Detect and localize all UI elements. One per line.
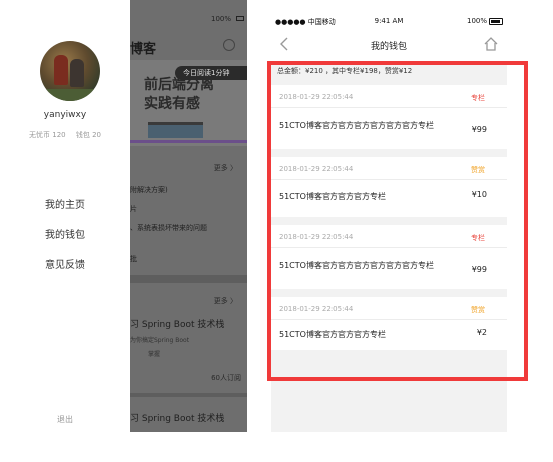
record-title: 51CTO博客官方官方官方官方官方官方专栏 xyxy=(279,261,434,270)
record-tag: 专栏 xyxy=(471,234,485,242)
wallet-screen: ●●●●● 中国移动 9:41 AM 100% 我的钱包 总金额：¥210 ，其… xyxy=(271,10,507,432)
username: yanyiwxy xyxy=(43,110,87,120)
menu-item-feedback[interactable]: 意见反馈 xyxy=(0,256,130,271)
status-bar: ●●●●● 中国移动 9:41 AM 100% xyxy=(271,17,507,29)
side-drawer: yanyiwxy 无忧币 120 钱包 20 我的主页 我的钱包 意见反馈 退出 xyxy=(0,0,130,462)
record-tag: 专栏 xyxy=(471,94,485,102)
coins-stat: 无忧币 120 xyxy=(29,131,66,139)
bg-course-subtitle: 为你搞定Spring Boot xyxy=(130,337,190,344)
record-date: 2018-01-29 22:05:44 xyxy=(279,305,354,313)
banner-line-2: 实践有感 xyxy=(144,96,200,112)
bg-page-title: 博客 xyxy=(130,42,157,57)
page-title: 我的钱包 xyxy=(370,42,407,52)
user-stats: 无忧币 120 钱包 20 xyxy=(0,130,130,140)
battery-icon xyxy=(489,18,503,25)
bg-list-line: 片 xyxy=(130,205,137,213)
record-title: 51CTO博客官方官方官方官方官方官方专栏 xyxy=(279,121,434,130)
wallet-record[interactable]: 2018-01-29 22:05:44 赞赏 51CTO博客官方官方官方专栏 ¥… xyxy=(271,297,507,350)
wallet-record[interactable]: 2018-01-29 22:05:44 赞赏 51CTO博客官方官方官方专栏 ¥… xyxy=(271,157,507,217)
record-date: 2018-01-29 22:05:44 xyxy=(279,93,354,101)
record-amount: ¥2 xyxy=(476,328,487,337)
record-amount: ¥99 xyxy=(471,125,487,134)
record-date: 2018-01-29 22:05:44 xyxy=(279,165,354,173)
logout-button[interactable]: 退出 xyxy=(0,414,130,425)
bg-more-link: 更多 〉 xyxy=(213,164,237,172)
record-tag: 赞赏 xyxy=(471,166,485,174)
menu-item-wallet[interactable]: 我的钱包 xyxy=(0,226,130,241)
banner-illustration xyxy=(148,122,203,138)
background-page-overlay[interactable]: 100% 博客 前后端分离 实践有感 更多 〉 附解决方案) 片 、系统表损坏带… xyxy=(130,0,247,432)
avatar[interactable] xyxy=(40,41,100,101)
wallet-summary: 总金额：¥210 ，其中专栏¥198，赞赏¥12 xyxy=(271,63,507,79)
record-title: 51CTO博客官方官方官方专栏 xyxy=(279,192,386,201)
record-tag: 赞赏 xyxy=(471,306,485,314)
bg-list-line: 批 xyxy=(130,255,137,263)
bg-subscriber-count: 60人订阅 xyxy=(211,374,241,382)
bg-list-line: 、系统表损坏带来的问题 xyxy=(130,224,207,232)
bg-battery-text: 100% xyxy=(210,15,231,23)
record-amount: ¥10 xyxy=(471,190,487,199)
nav-bar: 我的钱包 xyxy=(271,34,507,56)
wallet-record[interactable]: 2018-01-29 22:05:44 专栏 51CTO博客官方官方官方官方官方… xyxy=(271,85,507,149)
bg-course-title: 习 Spring Boot 技术栈 xyxy=(130,320,225,330)
battery-percent: 100% xyxy=(466,17,487,25)
wallet-stat: 钱包 20 xyxy=(75,131,101,139)
bg-list-line: 附解决方案) xyxy=(130,186,168,194)
reading-time-pill: 今日阅读1分钟 xyxy=(175,66,247,80)
bg-course-title: 习 Spring Boot 技术栈 xyxy=(130,414,225,424)
bg-course-subtitle: 掌握 xyxy=(148,351,161,358)
avatar-placeholder-icon xyxy=(223,39,235,51)
record-date: 2018-01-29 22:05:44 xyxy=(279,233,354,241)
home-icon[interactable] xyxy=(483,36,499,52)
menu-item-homepage[interactable]: 我的主页 xyxy=(0,196,130,211)
record-title: 51CTO博客官方官方官方专栏 xyxy=(279,330,386,339)
battery-icon xyxy=(236,16,244,21)
wallet-record[interactable]: 2018-01-29 22:05:44 专栏 51CTO博客官方官方官方官方官方… xyxy=(271,225,507,289)
bg-more-link: 更多 〉 xyxy=(213,297,237,305)
record-amount: ¥99 xyxy=(471,265,487,274)
